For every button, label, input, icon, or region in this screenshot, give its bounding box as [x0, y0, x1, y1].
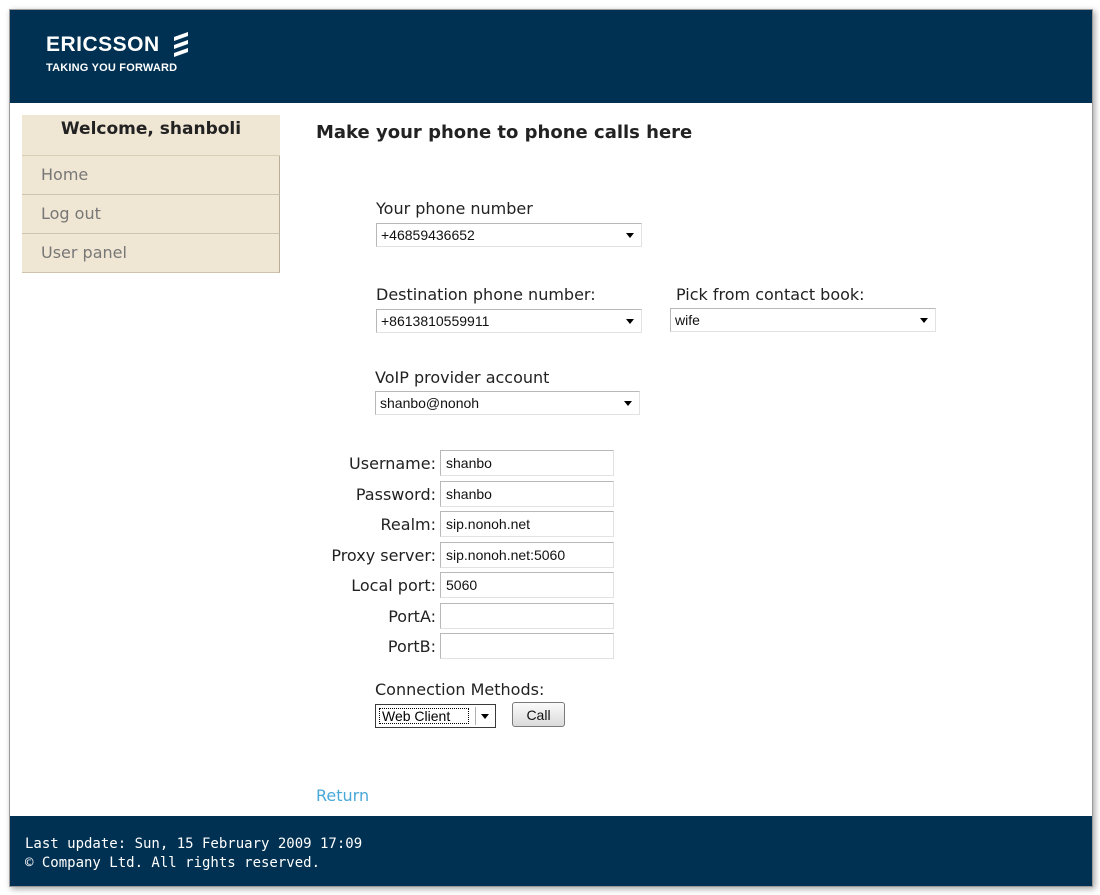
username-label: Username: — [349, 454, 436, 473]
welcome-message: Welcome, shanboli — [22, 115, 280, 156]
porta-field[interactable] — [440, 603, 614, 629]
username-field[interactable] — [440, 450, 614, 476]
call-button[interactable]: Call — [512, 702, 565, 727]
ericsson-logo[interactable]: ERICSSON TAKING YOU FORWARD — [46, 32, 191, 74]
local-port-label: Local port: — [351, 576, 436, 595]
connection-methods-label: Connection Methods: — [375, 680, 545, 699]
footer: Last update: Sun, 15 February 2009 17:09… — [10, 816, 1092, 886]
destination-select[interactable]: +8613810559911 — [376, 309, 642, 333]
copyright-text: © Company Ltd. All rights reserved. — [25, 855, 321, 871]
contact-book-select[interactable]: wife — [670, 308, 936, 332]
logo-tagline: TAKING YOU FORWARD — [46, 62, 178, 74]
password-field[interactable] — [440, 481, 614, 507]
contact-book-label: Pick from contact book: — [676, 285, 865, 304]
chevron-down-icon — [624, 401, 632, 406]
sidebar-item-user-panel[interactable]: User panel — [22, 234, 280, 273]
your-phone-label: Your phone number — [376, 199, 533, 218]
select-divider — [475, 707, 476, 725]
main-content: Make your phone to phone calls here Your… — [316, 122, 1076, 822]
connection-method-select[interactable]: Web Client — [375, 704, 496, 728]
voip-account-value: shanbo@nonoh — [380, 395, 480, 411]
realm-field[interactable] — [440, 511, 614, 537]
destination-value: +8613810559911 — [381, 313, 490, 329]
destination-label: Destination phone number: — [376, 285, 596, 304]
contact-book-value: wife — [675, 312, 700, 328]
proxy-server-field[interactable] — [440, 542, 614, 568]
portb-field[interactable] — [440, 633, 614, 659]
chevron-down-icon — [626, 319, 634, 324]
chevron-down-icon — [920, 318, 928, 323]
last-update-text: Last update: Sun, 15 February 2009 17:09 — [25, 836, 363, 852]
return-link[interactable]: Return — [316, 786, 369, 805]
your-phone-value: +46859436652 — [381, 227, 475, 243]
portb-label: PortB: — [387, 637, 436, 656]
proxy-server-label: Proxy server: — [331, 546, 436, 565]
chevron-down-icon — [481, 714, 489, 719]
sidebar: Welcome, shanboli Home Log out User pane… — [22, 115, 280, 273]
voip-label: VoIP provider account — [375, 368, 550, 387]
ericsson-stripes-icon — [173, 32, 188, 57]
password-label: Password: — [355, 485, 436, 504]
sidebar-item-home[interactable]: Home — [22, 156, 280, 195]
your-phone-select[interactable]: +46859436652 — [376, 223, 642, 247]
realm-label: Realm: — [380, 515, 436, 534]
porta-label: PortA: — [388, 607, 436, 626]
header-banner: ERICSSON TAKING YOU FORWARD — [10, 10, 1092, 103]
local-port-field[interactable] — [440, 572, 614, 598]
sidebar-item-log-out[interactable]: Log out — [22, 195, 280, 234]
browser-page: ERICSSON TAKING YOU FORWARD Welcome, sha… — [9, 9, 1093, 887]
chevron-down-icon — [626, 233, 634, 238]
voip-account-select[interactable]: shanbo@nonoh — [375, 391, 640, 415]
page-title: Make your phone to phone calls here — [316, 122, 693, 143]
connection-method-value: Web Client — [379, 708, 470, 724]
logo-brand-name: ERICSSON — [46, 33, 160, 56]
